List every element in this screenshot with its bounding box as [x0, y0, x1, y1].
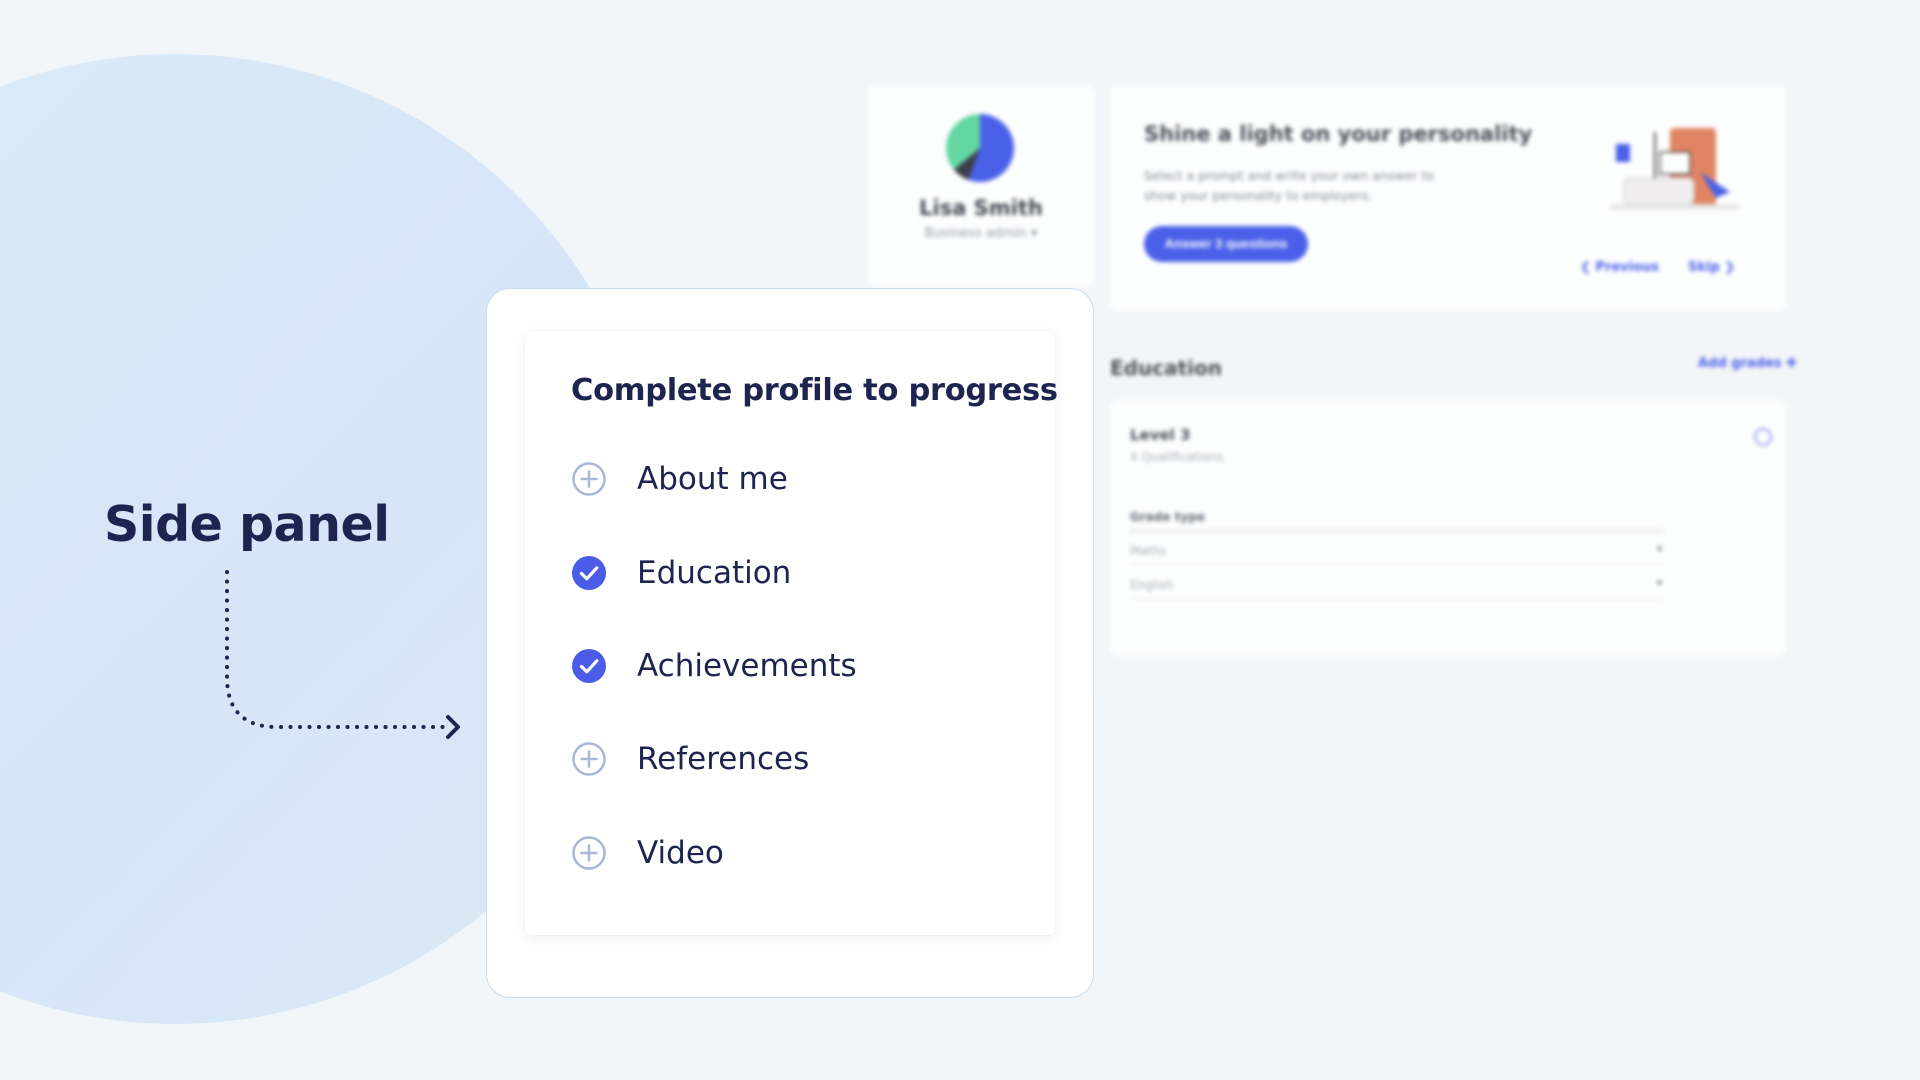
panel-title: Complete profile to progress — [571, 373, 1058, 408]
chevron-down-icon: ▾ — [1656, 578, 1662, 589]
grade-type-header: Grade type — [1130, 510, 1664, 532]
step-label: Video — [637, 835, 724, 871]
profile-card: Lisa Smith Business admin ▾ — [868, 86, 1094, 286]
help-icon[interactable] — [1754, 428, 1772, 446]
check-circle-icon — [572, 649, 606, 683]
answer-questions-button[interactable]: Answer 3 questions — [1144, 226, 1308, 262]
qualifications-count: 4 Qualifications — [1130, 450, 1224, 464]
education-level: Level 3 — [1130, 426, 1191, 444]
profile-progress-panel: Complete profile to progress About me Ed… — [525, 331, 1058, 935]
prompt-title: Shine a light on your personality — [1144, 122, 1533, 146]
desk-illustration-icon — [1610, 128, 1740, 210]
avatar — [946, 114, 1014, 182]
grade-subject: English — [1130, 578, 1174, 592]
previous-link[interactable]: ❮ Previous — [1580, 260, 1659, 275]
side-panel-headline: Side panel — [104, 496, 390, 553]
plus-circle-icon — [572, 836, 606, 870]
step-achievements[interactable]: Achievements — [571, 646, 1011, 686]
skip-link[interactable]: Skip ❯ — [1688, 260, 1735, 275]
step-label: Education — [637, 555, 792, 591]
add-grades-link[interactable]: Add grades ✚ — [1698, 356, 1797, 371]
plus-circle-icon — [572, 742, 606, 776]
chevron-down-icon: ▾ — [1656, 544, 1662, 555]
education-card: Level 3 4 Qualifications Grade type Math… — [1110, 400, 1786, 656]
grade-row[interactable]: Maths ▾ — [1130, 544, 1664, 565]
profile-name: Lisa Smith — [919, 196, 1043, 220]
dotted-arrow-icon — [225, 570, 460, 739]
education-heading: Education — [1110, 356, 1222, 380]
grade-row[interactable]: English ▾ — [1130, 578, 1664, 599]
step-video[interactable]: Video — [571, 833, 1011, 873]
step-references[interactable]: References — [571, 739, 1011, 779]
step-label: References — [637, 741, 810, 777]
plus-circle-icon — [572, 462, 606, 496]
personality-prompt-card: Shine a light on your personality Select… — [1110, 86, 1786, 310]
step-label: About me — [637, 461, 788, 497]
slide-canvas: Side panel Lisa Smith Business admin ▾ S… — [0, 0, 1920, 1080]
side-panel-frame: Complete profile to progress About me Ed… — [486, 288, 1094, 998]
prompt-description: Select a prompt and write your own answe… — [1144, 168, 1435, 203]
grade-subject: Maths — [1130, 544, 1167, 558]
step-label: Achievements — [637, 648, 857, 684]
step-about-me[interactable]: About me — [571, 459, 1011, 499]
check-circle-icon — [572, 556, 606, 590]
profile-role-dropdown[interactable]: Business admin ▾ — [868, 226, 1094, 241]
step-education[interactable]: Education — [571, 553, 1011, 593]
